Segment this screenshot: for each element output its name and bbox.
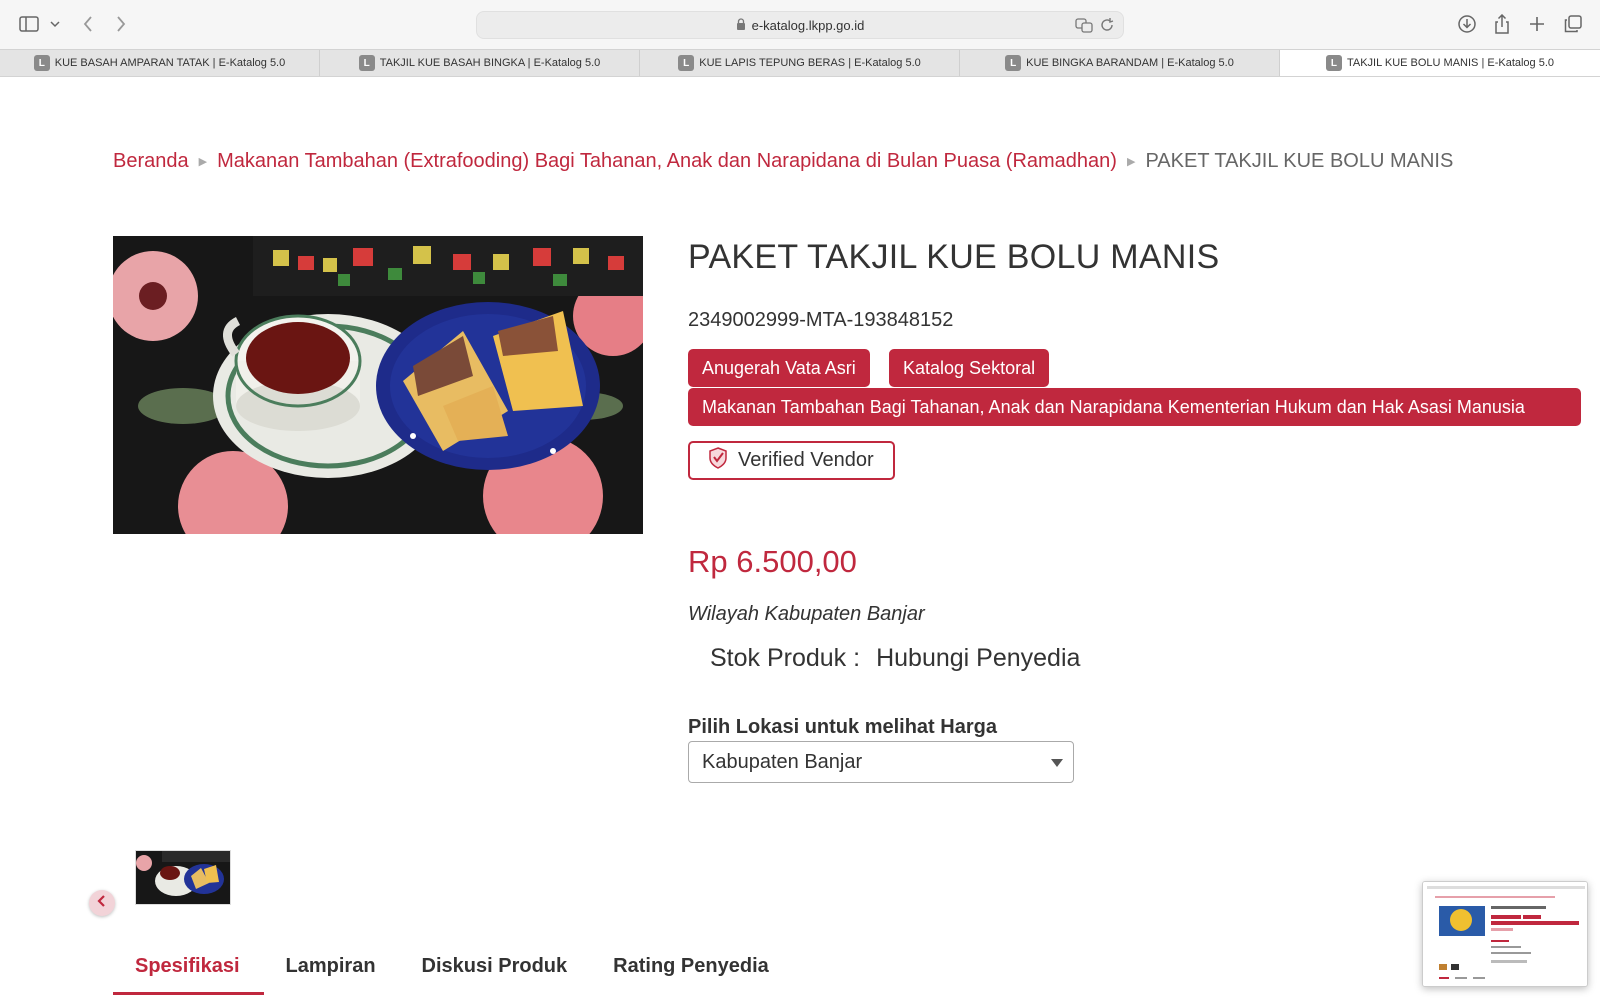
tab-title: KUE LAPIS TEPUNG BERAS | E-Katalog 5.0: [699, 57, 921, 69]
address-bar[interactable]: e-katalog.lkpp.go.id: [476, 11, 1124, 39]
breadcrumb-separator-icon: ▶: [198, 156, 208, 168]
vendor-tag[interactable]: Anugerah Vata Asri: [688, 349, 870, 387]
favicon-icon: L: [33, 55, 50, 71]
chevron-down-icon[interactable]: [43, 12, 67, 36]
favicon-icon: L: [1005, 55, 1022, 71]
tab-title: TAKJIL KUE BOLU MANIS | E-Katalog 5.0: [1346, 57, 1555, 69]
reload-icon[interactable]: [1099, 17, 1115, 36]
product-tabs: Spesifikasi Lampiran Diskusi Produk Rati…: [113, 955, 793, 995]
verified-vendor-badge[interactable]: Verified Vendor: [688, 441, 895, 480]
new-tab-icon[interactable]: [1525, 12, 1549, 36]
verified-vendor-label: Verified Vendor: [738, 449, 874, 471]
breadcrumb-current: PAKET TAKJIL KUE BOLU MANIS: [1145, 150, 1454, 172]
breadcrumb-separator-icon: ▶: [1126, 156, 1136, 168]
stock-info: Stok Produk : Hubungi Penyedia: [710, 644, 1080, 673]
tab-title: TAKJIL KUE BASAH BINGKA | E-Katalog 5.0: [379, 57, 601, 69]
browser-tab[interactable]: L TAKJIL KUE BASAH BINGKA | E-Katalog 5.0: [320, 50, 640, 76]
product-sku: 2349002999-MTA-193848152: [688, 309, 954, 331]
back-icon[interactable]: [76, 12, 100, 36]
forward-icon[interactable]: [109, 12, 133, 36]
share-icon[interactable]: [1490, 12, 1514, 36]
browser-tab[interactable]: L KUE BINGKA BARANDAM | E-Katalog 5.0: [960, 50, 1280, 76]
stock-label: Stok Produk :: [710, 644, 861, 672]
favicon-icon: L: [678, 55, 695, 71]
location-select[interactable]: Kabupaten Banjar: [688, 741, 1074, 783]
chevron-left-icon: [97, 894, 107, 912]
browser-toolbar: e-katalog.lkpp.go.id: [0, 0, 1600, 49]
tab-strip: L KUE BASAH AMPARAN TATAK | E-Katalog 5.0…: [0, 49, 1600, 77]
tab-title: KUE BINGKA BARANDAM | E-Katalog 5.0: [1026, 57, 1234, 69]
lock-icon: [736, 17, 746, 33]
tab-spesifikasi[interactable]: Spesifikasi: [113, 955, 264, 995]
breadcrumb-home-link[interactable]: Beranda: [113, 150, 189, 173]
location-selected-value: Kabupaten Banjar: [702, 750, 863, 773]
tab-overview-icon[interactable]: [1561, 12, 1585, 36]
page-preview-thumbnail[interactable]: [1422, 881, 1588, 987]
tab-rating-penyedia[interactable]: Rating Penyedia: [591, 955, 793, 995]
download-icon[interactable]: [1455, 12, 1479, 36]
browser-tab[interactable]: L KUE BASAH AMPARAN TATAK | E-Katalog 5.0: [0, 50, 320, 76]
browser-tab-active[interactable]: L TAKJIL KUE BOLU MANIS | E-Katalog 5.0: [1280, 50, 1600, 76]
tab-title: KUE BASAH AMPARAN TATAK | E-Katalog 5.0: [54, 57, 286, 69]
breadcrumb: Beranda ▶ Makanan Tambahan (Extrafooding…: [113, 150, 1453, 173]
product-region: Wilayah Kabupaten Banjar: [688, 603, 925, 625]
thumbnail-prev-button[interactable]: [89, 890, 115, 916]
breadcrumb-category-link[interactable]: Makanan Tambahan (Extrafooding) Bagi Tah…: [217, 150, 1117, 173]
caret-down-icon: [1051, 759, 1063, 767]
product-image[interactable]: [113, 236, 643, 534]
category-tag[interactable]: Makanan Tambahan Bagi Tahanan, Anak dan …: [688, 388, 1581, 426]
url-text: e-katalog.lkpp.go.id: [751, 17, 865, 33]
favicon-icon: L: [358, 55, 375, 71]
catalog-tag[interactable]: Katalog Sektoral: [889, 349, 1050, 387]
favicon-icon: L: [1325, 55, 1342, 71]
product-price: Rp 6.500,00: [688, 544, 857, 579]
product-title: PAKET TAKJIL KUE BOLU MANIS: [688, 238, 1220, 276]
location-label: Pilih Lokasi untuk melihat Harga: [688, 716, 997, 738]
verified-shield-icon: [708, 446, 728, 475]
translate-icon[interactable]: [1075, 17, 1093, 36]
sidebar-icon[interactable]: [17, 12, 41, 36]
product-thumbnail[interactable]: [135, 850, 231, 905]
tab-lampiran[interactable]: Lampiran: [264, 955, 400, 995]
tab-diskusi-produk[interactable]: Diskusi Produk: [400, 955, 592, 995]
browser-tab[interactable]: L KUE LAPIS TEPUNG BERAS | E-Katalog 5.0: [640, 50, 960, 76]
stock-value: Hubungi Penyedia: [876, 644, 1081, 672]
